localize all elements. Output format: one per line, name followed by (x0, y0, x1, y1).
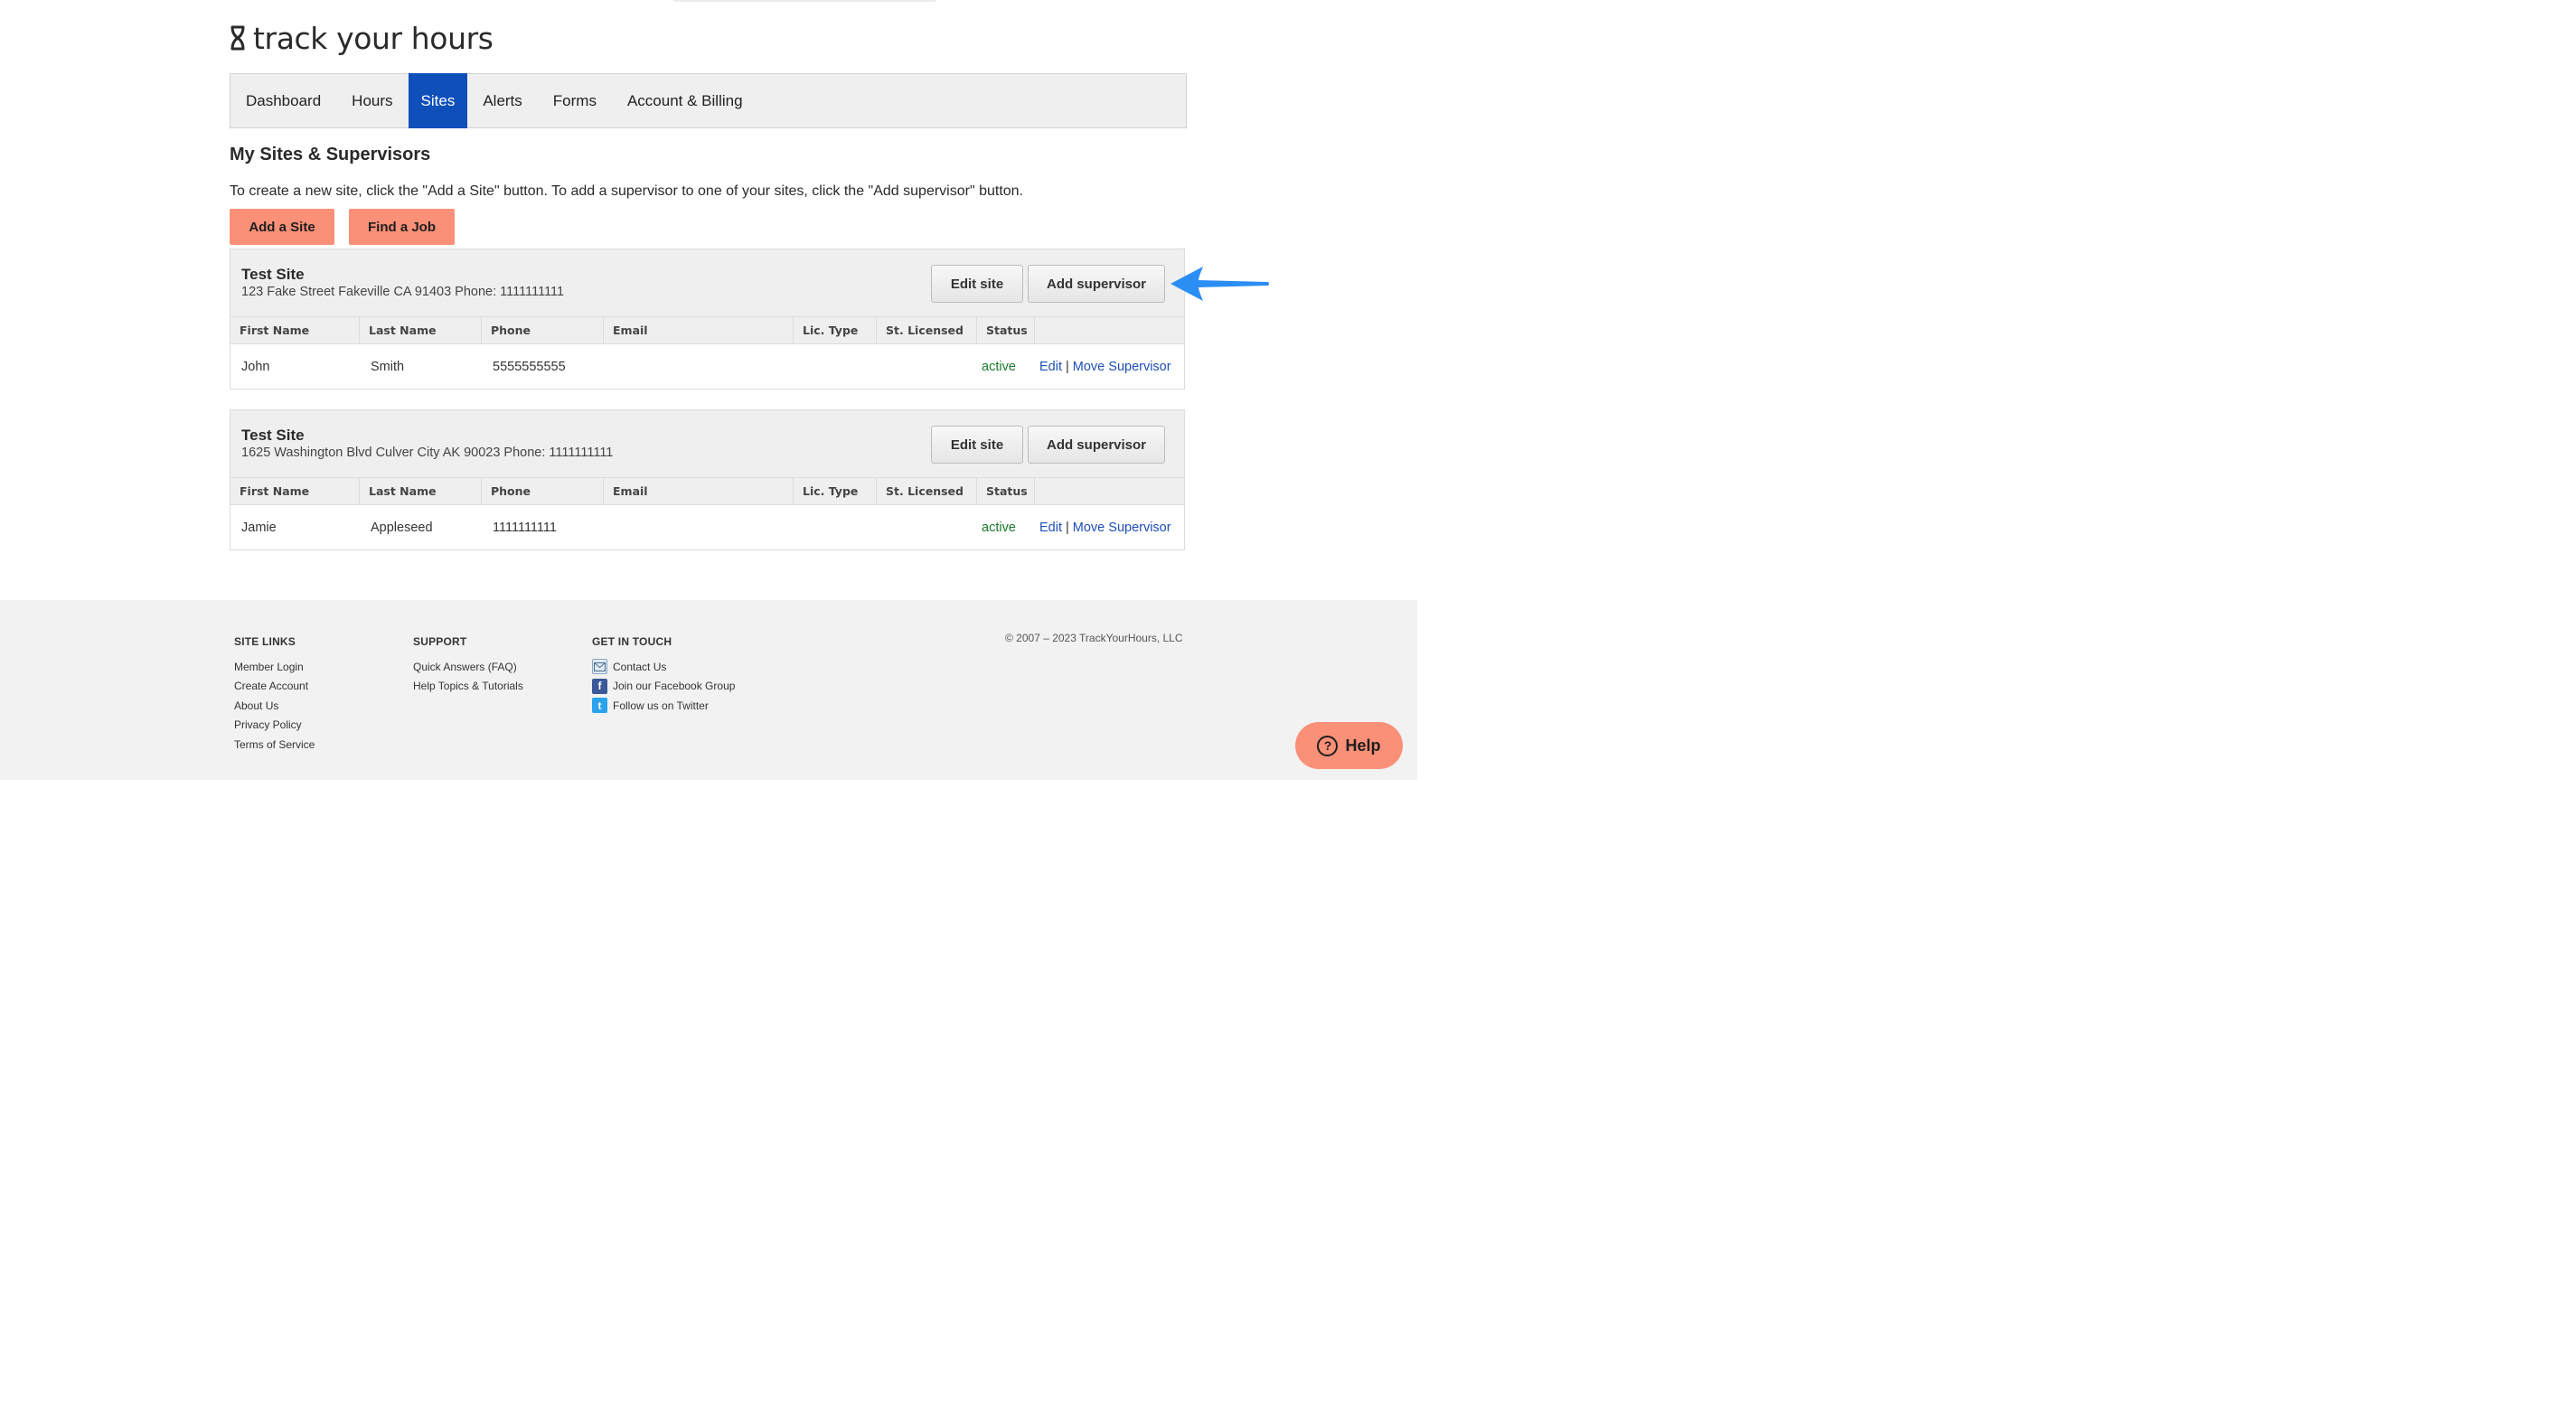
footer-site-links: SITE LINKS Member Login Create Account A… (234, 635, 315, 755)
site-name: Test Site (241, 427, 305, 444)
nav-hours[interactable]: Hours (336, 74, 408, 127)
col-actions (1035, 317, 1184, 343)
contact-us-label: Contact Us (613, 660, 667, 673)
col-status: Status (977, 317, 1035, 343)
twitter-label: Follow us on Twitter (613, 699, 709, 712)
edit-supervisor-link[interactable]: Edit (1039, 521, 1062, 535)
nav-alerts[interactable]: Alerts (467, 74, 537, 127)
cell-phone: 5555555555 (493, 359, 566, 374)
table-row: John Smith 5555555555 active Edit | Move S… (230, 344, 1184, 389)
col-lic-type: Lic. Type (794, 478, 877, 504)
nav-forms[interactable]: Forms (538, 74, 612, 127)
row-actions: Edit | Move Supervisor (1035, 360, 1184, 374)
col-lic-type: Lic. Type (794, 317, 877, 343)
status-badge: active (982, 359, 1016, 374)
cell-first-name: Jamie (241, 520, 277, 535)
facebook-label: Join our Facebook Group (613, 680, 736, 693)
cell-last-name: Appleseed (371, 520, 433, 535)
add-supervisor-button[interactable]: Add supervisor (1028, 265, 1165, 303)
footer-link-create-account[interactable]: Create Account (234, 677, 315, 697)
link-separator: | (1066, 520, 1069, 535)
brand-name: track your hours (253, 20, 494, 56)
nav-sites[interactable]: Sites (408, 73, 468, 128)
footer-link-terms-of-service[interactable]: Terms of Service (234, 735, 315, 755)
add-site-button[interactable]: Add a Site (230, 209, 334, 245)
edit-site-button[interactable]: Edit site (931, 265, 1023, 303)
top-divider (673, 0, 935, 2)
footer-link-about-us[interactable]: About Us (234, 696, 315, 716)
arrow-left-icon (1169, 265, 1272, 307)
cell-phone: 1111111111 (493, 520, 557, 535)
site-address: 1625 Washington Blvd Culver City AK 9002… (241, 446, 614, 460)
brand-logo[interactable]: track your hours (230, 20, 494, 56)
col-phone: Phone (482, 478, 604, 504)
footer-get-in-touch: GET IN TOUCH Contact Us f Join our Faceb… (592, 635, 735, 716)
footer-heading: SITE LINKS (234, 635, 296, 648)
twitter-icon: t (592, 698, 607, 714)
col-email: Email (604, 478, 794, 504)
move-supervisor-link[interactable]: Move Supervisor (1073, 521, 1171, 535)
facebook-icon: f (592, 678, 607, 694)
col-status: Status (977, 478, 1035, 504)
footer-link-contact-us[interactable]: Contact Us (592, 657, 735, 677)
page-intro: To create a new site, click the "Add a S… (230, 183, 1023, 199)
hourglass-icon (230, 25, 246, 51)
footer-heading: GET IN TOUCH (592, 635, 672, 648)
col-first-name: First Name (230, 478, 360, 504)
col-email: Email (604, 317, 794, 343)
edit-site-button[interactable]: Edit site (931, 426, 1023, 464)
question-circle-icon: ? (1317, 735, 1339, 756)
site-card: Test Site 1625 Washington Blvd Culver Ci… (230, 409, 1185, 550)
footer-link-member-login[interactable]: Member Login (234, 657, 315, 677)
site-name: Test Site (241, 266, 305, 283)
col-last-name: Last Name (360, 478, 482, 504)
footer-heading: SUPPORT (413, 635, 467, 648)
help-button[interactable]: ? Help (1295, 722, 1403, 769)
add-supervisor-button[interactable]: Add supervisor (1028, 426, 1165, 464)
site-card: Test Site 123 Fake Street Fakeville CA 9… (230, 249, 1185, 389)
footer-link-help-topics[interactable]: Help Topics & Tutorials (413, 677, 523, 697)
col-phone: Phone (482, 317, 604, 343)
row-actions: Edit | Move Supervisor (1035, 521, 1184, 535)
cell-last-name: Smith (371, 359, 405, 374)
footer-link-facebook[interactable]: f Join our Facebook Group (592, 677, 735, 697)
status-badge: active (982, 520, 1016, 535)
footer-link-privacy-policy[interactable]: Privacy Policy (234, 716, 315, 736)
move-supervisor-link[interactable]: Move Supervisor (1073, 360, 1171, 374)
col-st-licensed: St. Licensed (877, 317, 977, 343)
col-st-licensed: St. Licensed (877, 478, 977, 504)
col-actions (1035, 478, 1184, 504)
mail-icon (592, 659, 607, 675)
find-job-button[interactable]: Find a Job (349, 209, 455, 245)
edit-supervisor-link[interactable]: Edit (1039, 360, 1062, 374)
help-label: Help (1345, 736, 1381, 755)
col-first-name: First Name (230, 317, 360, 343)
footer-link-twitter[interactable]: t Follow us on Twitter (592, 696, 735, 716)
col-last-name: Last Name (360, 317, 482, 343)
table-row: Jamie Appleseed 1111111111 active Edit | M… (230, 505, 1184, 549)
table-header: First Name Last Name Phone Email Lic. Ty… (230, 478, 1184, 505)
site-address: 123 Fake Street Fakeville CA 91403 Phone… (241, 285, 565, 299)
copyright: © 2007 – 2023 TrackYourHours, LLC (1005, 632, 1183, 644)
cell-first-name: John (241, 359, 270, 374)
main-nav: Dashboard Hours Sites Alerts Forms Accou… (230, 73, 1187, 128)
nav-account-billing[interactable]: Account & Billing (612, 74, 758, 127)
site-header: Test Site 1625 Washington Blvd Culver Ci… (230, 410, 1184, 478)
footer-link-faq[interactable]: Quick Answers (FAQ) (413, 657, 523, 677)
table-header: First Name Last Name Phone Email Lic. Ty… (230, 317, 1184, 344)
footer-support: SUPPORT Quick Answers (FAQ) Help Topics … (413, 635, 523, 696)
page-title: My Sites & Supervisors (230, 145, 431, 164)
site-header: Test Site 123 Fake Street Fakeville CA 9… (230, 249, 1184, 317)
link-separator: | (1066, 359, 1069, 374)
nav-dashboard[interactable]: Dashboard (230, 74, 336, 127)
